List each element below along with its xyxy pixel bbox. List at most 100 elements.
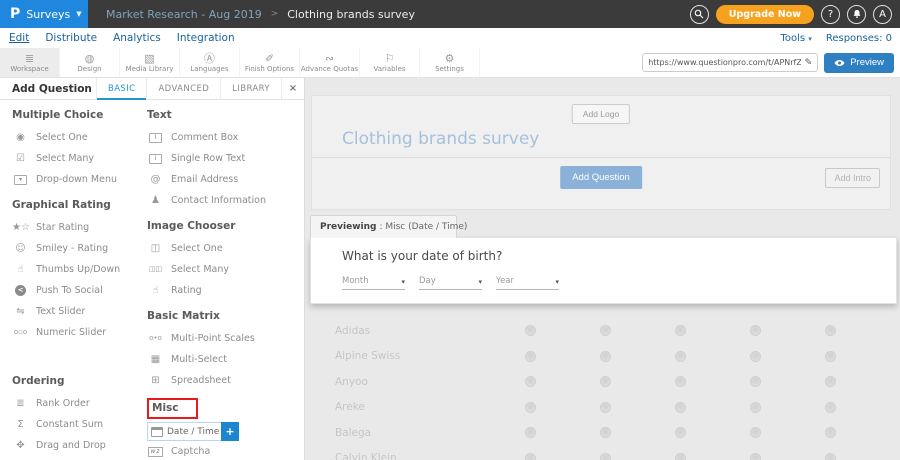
contact-person-icon: ♟ bbox=[147, 195, 164, 206]
question-type-select-one[interactable]: ◉Select One bbox=[12, 127, 147, 148]
question-type-numeric-slider[interactable]: o▫oNumeric Slider bbox=[12, 322, 147, 343]
radio-button[interactable] bbox=[750, 427, 761, 438]
date-select-month[interactable]: Month▾ bbox=[342, 276, 405, 290]
radio-button[interactable] bbox=[600, 402, 611, 413]
matrix-radio-cell bbox=[568, 427, 643, 438]
date-select-year[interactable]: Year▾ bbox=[496, 276, 559, 290]
radio-button[interactable] bbox=[825, 453, 836, 460]
matrix-radio-cell bbox=[643, 351, 718, 362]
question-type-comment-box[interactable]: IComment Box bbox=[147, 127, 304, 148]
question-type-star-rating[interactable]: ★☆Star Rating bbox=[12, 217, 147, 238]
tab-library[interactable]: LIBRARY bbox=[220, 78, 281, 99]
toolbar-settings[interactable]: ⚙Settings bbox=[420, 48, 480, 77]
question-type-drag-and-drop[interactable]: ✥Drag and Drop bbox=[12, 435, 147, 456]
radio-button[interactable] bbox=[750, 402, 761, 413]
add-date-time-button[interactable]: + bbox=[221, 422, 239, 441]
toolbar-label: Settings bbox=[435, 65, 464, 73]
radio-button[interactable] bbox=[525, 325, 536, 336]
nav-tab-integration[interactable]: Integration bbox=[177, 32, 235, 44]
toolbar-workspace[interactable]: ≣Workspace bbox=[0, 48, 60, 77]
question-type-smiley-rating[interactable]: ☺Smiley - Rating bbox=[12, 238, 147, 259]
toolbar-languages[interactable]: ⒶLanguages bbox=[180, 48, 240, 77]
question-type-multi-point-scales[interactable]: o•oMulti-Point Scales bbox=[147, 328, 304, 349]
radio-button[interactable] bbox=[525, 453, 536, 460]
radio-button[interactable] bbox=[675, 453, 686, 460]
question-type-multi-select[interactable]: ▦Multi-Select bbox=[147, 349, 304, 370]
question-type-single-row-text[interactable]: ISingle Row Text bbox=[147, 148, 304, 169]
responses-count[interactable]: Responses: 0 bbox=[826, 33, 892, 44]
radio-button[interactable] bbox=[600, 325, 611, 336]
toolbar-variables[interactable]: ⚐Variables bbox=[360, 48, 420, 77]
add-intro-button[interactable]: Add Intro bbox=[825, 168, 880, 188]
radio-button[interactable] bbox=[750, 453, 761, 460]
tab-advanced[interactable]: ADVANCED bbox=[146, 78, 220, 99]
question-type-spreadsheet[interactable]: ⊞Spreadsheet bbox=[147, 370, 304, 391]
help-button[interactable]: ? bbox=[821, 5, 840, 24]
edit-url-icon[interactable]: ✎ bbox=[805, 58, 813, 68]
question-type-select-many[interactable]: ☑Select Many bbox=[12, 148, 147, 169]
question-type-contact-information[interactable]: ♟Contact Information bbox=[147, 190, 304, 211]
nav-tabs: Edit Distribute Analytics Integration bbox=[0, 32, 235, 44]
radio-button[interactable] bbox=[750, 376, 761, 387]
question-type-text-slider[interactable]: ⇋Text Slider bbox=[12, 301, 147, 322]
radio-button[interactable] bbox=[825, 402, 836, 413]
question-type-push-to-social[interactable]: <Push To Social bbox=[12, 280, 147, 301]
radio-button[interactable] bbox=[825, 427, 836, 438]
checkbox-list-icon: ☑ bbox=[12, 153, 29, 164]
radio-button[interactable] bbox=[825, 351, 836, 362]
radio-button[interactable] bbox=[675, 351, 686, 362]
radio-button[interactable] bbox=[675, 325, 686, 336]
radio-button[interactable] bbox=[600, 351, 611, 362]
drag-drop-icon: ✥ bbox=[12, 440, 29, 451]
toolbar-label: Media Library bbox=[126, 65, 174, 73]
tab-basic[interactable]: BASIC bbox=[96, 78, 146, 99]
radio-button[interactable] bbox=[525, 376, 536, 387]
search-button[interactable] bbox=[690, 5, 709, 24]
add-logo-button[interactable]: Add Logo bbox=[572, 104, 630, 124]
radio-button[interactable] bbox=[825, 325, 836, 336]
radio-button[interactable] bbox=[600, 427, 611, 438]
radio-button[interactable] bbox=[600, 453, 611, 460]
upgrade-now-button[interactable]: Upgrade Now bbox=[716, 5, 814, 24]
question-type-date-time[interactable]: Date / Time+ bbox=[147, 422, 239, 441]
toolbar-design[interactable]: ◍Design bbox=[60, 48, 120, 77]
survey-url-field[interactable]: https://www.questionpro.com/t/APNrfZ ✎ bbox=[642, 53, 818, 72]
radio-button[interactable] bbox=[750, 351, 761, 362]
question-type-constant-sum[interactable]: ΣConstant Sum bbox=[12, 414, 147, 435]
close-panel-button[interactable]: × bbox=[281, 78, 304, 99]
nav-tab-edit[interactable]: Edit bbox=[9, 32, 29, 44]
nav-tab-analytics[interactable]: Analytics bbox=[113, 32, 161, 44]
breadcrumb-parent[interactable]: Market Research - Aug 2019 bbox=[106, 8, 262, 21]
radio-button[interactable] bbox=[525, 402, 536, 413]
radio-button[interactable] bbox=[675, 427, 686, 438]
nav-tab-distribute[interactable]: Distribute bbox=[45, 32, 97, 44]
question-type-thumbs-up-down[interactable]: ☝Thumbs Up/Down bbox=[12, 259, 147, 280]
radio-button[interactable] bbox=[675, 402, 686, 413]
question-type-drop-down-menu[interactable]: ▾Drop-down Menu bbox=[12, 169, 147, 190]
toolbar-finish-options[interactable]: ✐Finish Options bbox=[240, 48, 300, 77]
add-question-button[interactable]: Add Question bbox=[560, 166, 642, 189]
toolbar-media-library[interactable]: ▧Media Library bbox=[120, 48, 180, 77]
date-select-day[interactable]: Day▾ bbox=[419, 276, 482, 290]
surveys-menu[interactable]: P Surveys ▼ bbox=[0, 0, 88, 28]
question-type-select-many[interactable]: ◫◫Select Many bbox=[147, 259, 304, 280]
tools-menu[interactable]: Tools ▾ bbox=[781, 33, 812, 44]
preview-question-text: What is your date of birth? bbox=[342, 249, 896, 263]
matrix-radio-cell bbox=[493, 351, 568, 362]
question-type-captcha[interactable]: wzCaptcha bbox=[147, 441, 304, 460]
question-type-rating[interactable]: ☝Rating bbox=[147, 280, 304, 301]
notifications-button[interactable] bbox=[847, 5, 866, 24]
toolbar-advance-quotas[interactable]: ∾Advance Quotas bbox=[300, 48, 360, 77]
question-type-select-one[interactable]: ◫Select One bbox=[147, 238, 304, 259]
question-type-rank-order[interactable]: ≣Rank Order bbox=[12, 393, 147, 414]
radio-button[interactable] bbox=[600, 376, 611, 387]
radio-button[interactable] bbox=[750, 325, 761, 336]
preview-button[interactable]: Preview bbox=[824, 53, 894, 73]
survey-title[interactable]: Clothing brands survey bbox=[342, 129, 539, 149]
avatar[interactable]: A bbox=[873, 5, 892, 24]
radio-button[interactable] bbox=[675, 376, 686, 387]
question-type-email-address[interactable]: @Email Address bbox=[147, 169, 304, 190]
radio-button[interactable] bbox=[825, 376, 836, 387]
radio-button[interactable] bbox=[525, 427, 536, 438]
radio-button[interactable] bbox=[525, 351, 536, 362]
